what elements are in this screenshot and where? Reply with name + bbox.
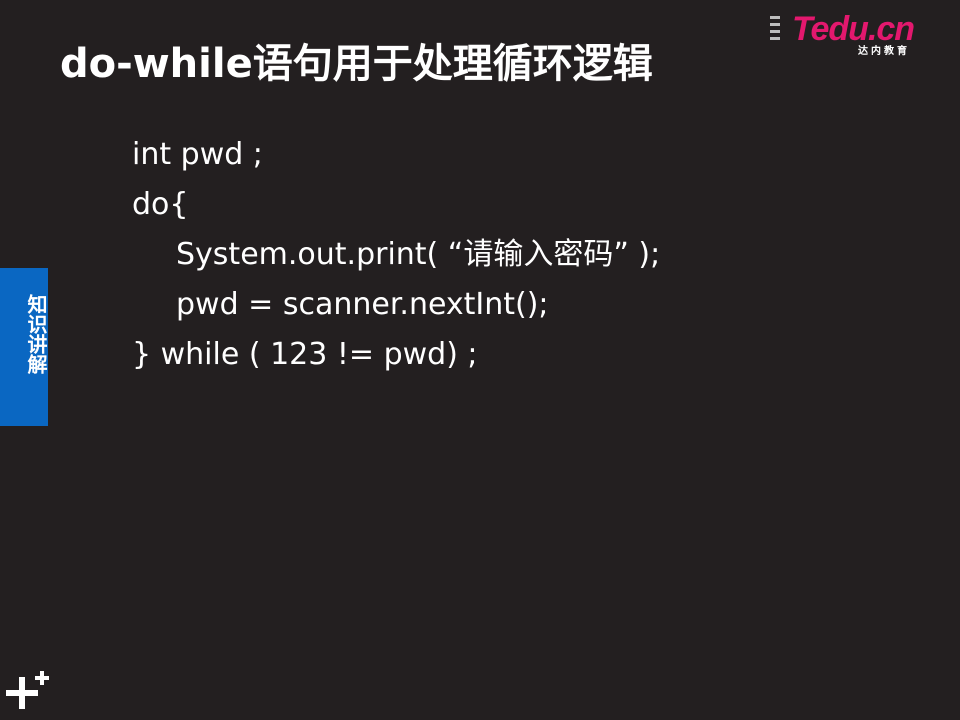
- side-tab: 知识讲解: [0, 268, 48, 426]
- code-block: int pwd ; do{ System.out.print( “请输入密码” …: [132, 130, 660, 380]
- plus-icon: [6, 671, 49, 709]
- dash-lines-icon: [770, 16, 784, 44]
- side-tab-label: 知识讲解: [24, 294, 48, 374]
- code-line: System.out.print( “请输入密码” );: [176, 237, 661, 272]
- code-line: } while ( 123 != pwd) ;: [132, 337, 478, 372]
- tedu-logo: Tedu.cn 达内教育: [792, 10, 942, 60]
- logo-subtext: 达内教育: [858, 46, 910, 57]
- slide-title: do-while语句用于处理循环逻辑: [60, 41, 653, 87]
- code-line: int pwd ;: [132, 137, 263, 172]
- code-line: pwd = scanner.nextInt();: [176, 287, 549, 322]
- code-line: do{: [132, 187, 189, 222]
